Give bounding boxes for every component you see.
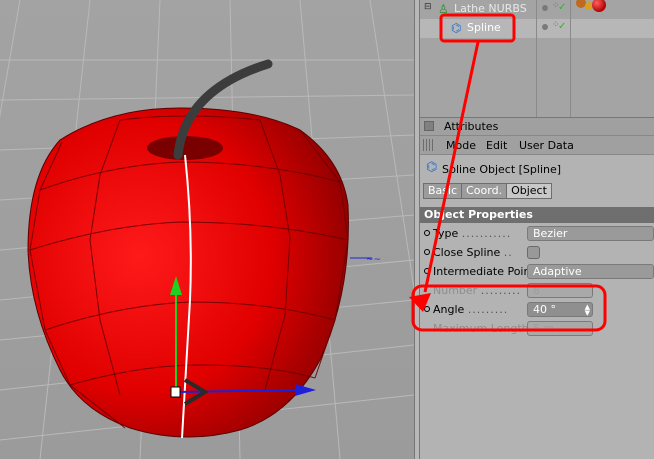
spline-icon: ⌬	[451, 21, 462, 35]
object-title: Spline Object [Spline]	[442, 163, 562, 176]
attributes-menubar: Mode Edit User Data	[420, 136, 654, 155]
prop-label: Number .........	[433, 284, 522, 297]
object-row-lathe[interactable]: ⊟ ♙ Lathe NURBS	[420, 0, 654, 19]
object-name: Lathe NURBS	[454, 2, 527, 15]
section-header: Object Properties	[420, 207, 654, 223]
editor-dots-icon[interactable]: ⁘	[552, 1, 560, 11]
type-dropdown[interactable]: Bezier	[527, 226, 654, 241]
prop-number: Number ......... 8	[420, 282, 654, 300]
tab-coord[interactable]: Coord.	[461, 183, 508, 199]
tab-object[interactable]: Object	[506, 183, 552, 199]
prop-angle: Angle ......... 40 ° ▲ ▼	[420, 301, 654, 319]
visibility-dot[interactable]	[542, 24, 548, 30]
attributes-title: Attributes	[444, 120, 499, 133]
keyframe-dot[interactable]	[424, 268, 430, 274]
lathe-nurbs-icon: ♙	[438, 2, 449, 16]
prop-intermediate-points: Intermediate Points Adaptive	[420, 263, 654, 281]
tab-bar: Basic Coord. Object	[423, 183, 552, 199]
prop-maximum-length: Maximum Length 5 m	[420, 320, 654, 338]
section-title: Object Properties	[424, 208, 533, 221]
object-header: ⌬ Spline Object [Spline]	[420, 160, 654, 178]
editor-dots-icon[interactable]: ⁘	[552, 20, 560, 30]
visibility-dot[interactable]	[542, 5, 548, 11]
collapse-icon[interactable]: ⊟	[424, 2, 432, 12]
viewport-scene: ~~	[0, 0, 414, 459]
angle-field[interactable]: 40 ° ▲ ▼	[527, 302, 593, 317]
prop-label: Intermediate Points	[433, 265, 541, 278]
attributes-manager: Attributes Mode Edit User Data ⌬ Spline …	[420, 117, 654, 459]
spinner-arrows-icon[interactable]: ▲ ▼	[585, 304, 590, 317]
number-field: 8	[527, 283, 593, 298]
object-manager: ⊟ ♙ Lathe NURBS ⌬ Spline ✓ ✓ ⁘ ⁘	[420, 0, 654, 117]
prop-label: Close Spline ..	[433, 246, 513, 259]
prop-close-spline: Close Spline ..	[420, 244, 654, 262]
grip-icon	[423, 139, 435, 151]
prop-label: Maximum Length	[433, 322, 529, 335]
menu-edit[interactable]: Edit	[486, 139, 507, 152]
maximum-length-field: 5 m	[527, 321, 593, 336]
spline-icon: ⌬	[426, 160, 438, 175]
keyframe-dot[interactable]	[424, 249, 430, 255]
tab-basic[interactable]: Basic	[423, 183, 463, 199]
keyframe-dot[interactable]	[424, 306, 430, 312]
prop-label: Angle .........	[433, 303, 509, 316]
attributes-titlebar: Attributes	[420, 118, 654, 136]
panel-menu-icon[interactable]	[424, 121, 434, 131]
column-divider	[536, 0, 537, 117]
column-divider	[570, 0, 571, 117]
close-spline-checkbox[interactable]	[527, 246, 540, 259]
intermediate-points-dropdown[interactable]: Adaptive	[527, 264, 654, 279]
menu-mode[interactable]: Mode	[446, 139, 476, 152]
keyframe-dot[interactable]	[424, 230, 430, 236]
object-row-spline[interactable]: ⌬ Spline	[420, 19, 654, 38]
3d-viewport[interactable]: ~~	[0, 0, 414, 459]
object-name: Spline	[467, 21, 501, 34]
prop-label: Type ...........	[433, 227, 512, 240]
svg-text:~~: ~~	[366, 255, 381, 265]
prop-type: Type ........... Bezier	[420, 225, 654, 243]
menu-user-data[interactable]: User Data	[519, 139, 574, 152]
